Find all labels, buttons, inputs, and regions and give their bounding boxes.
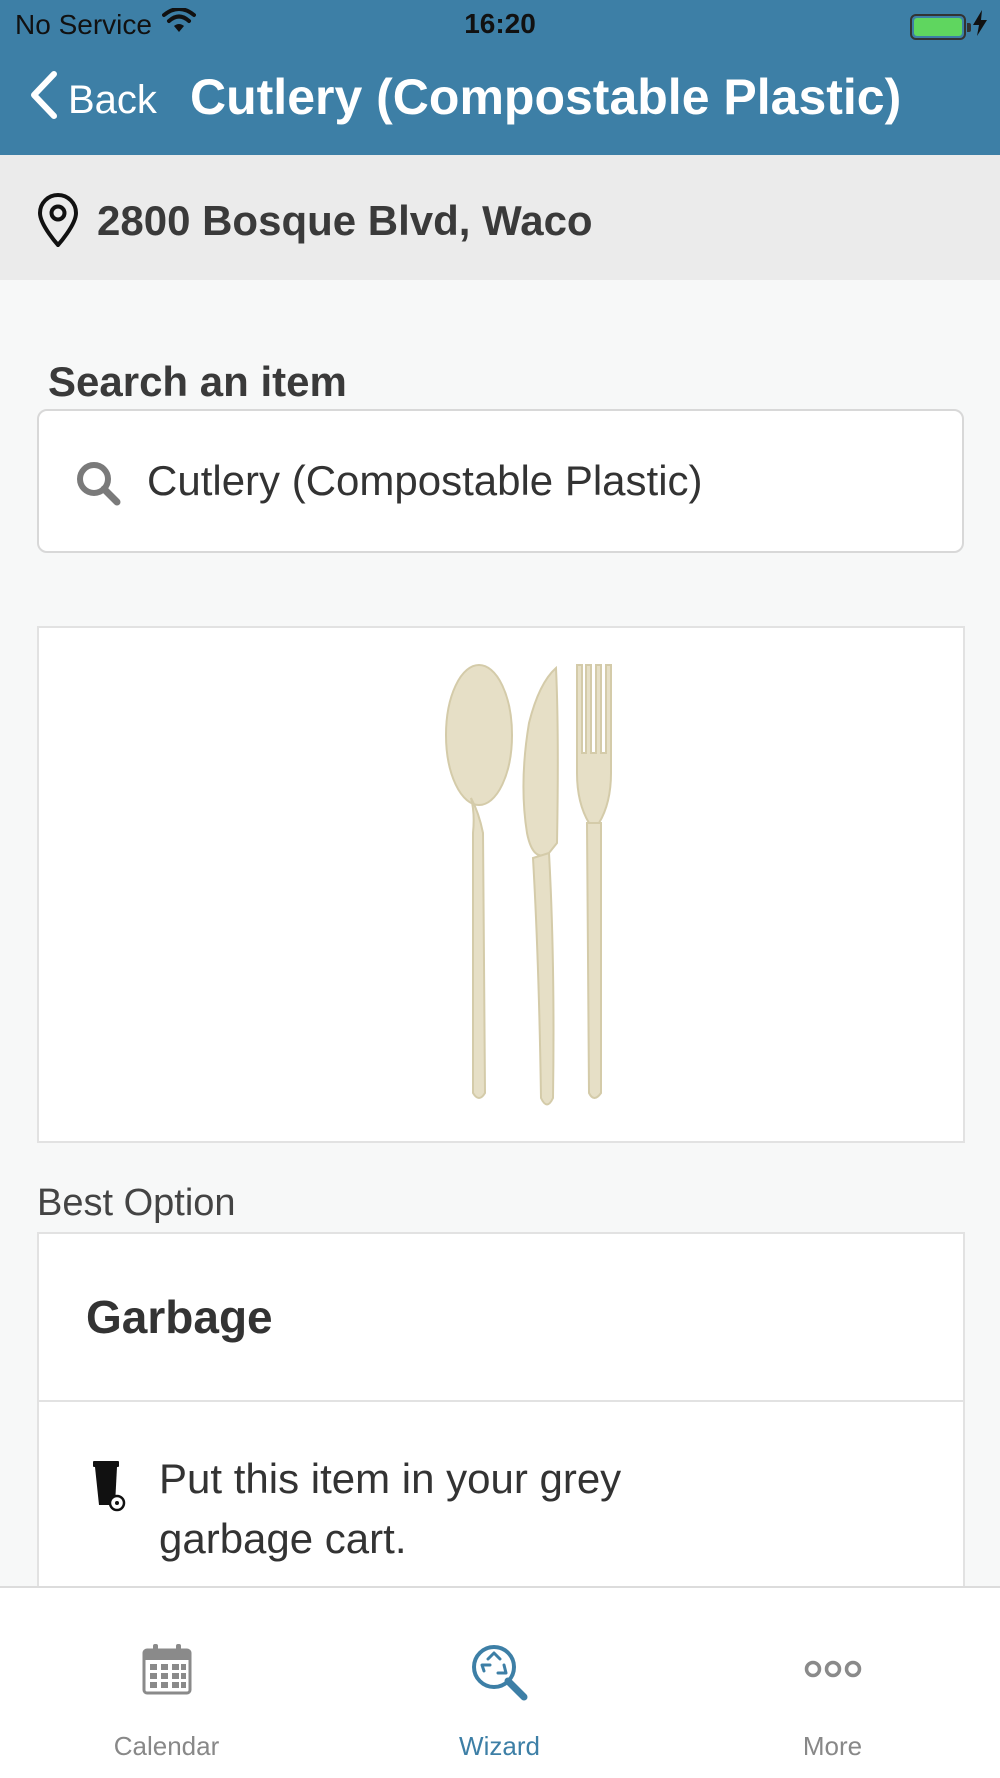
option-title: Garbage — [86, 1291, 273, 1343]
search-input[interactable]: Cutlery (Compostable Plastic) — [37, 409, 964, 553]
status-time: 16:20 — [464, 8, 536, 39]
more-icon — [666, 1643, 999, 1695]
page-title: Cutlery (Compostable Plastic) — [190, 69, 902, 125]
location-address: 2800 Bosque Blvd, Waco — [97, 197, 593, 244]
status-right — [910, 10, 988, 43]
tab-bar: Calendar Wizard More — [0, 1586, 1000, 1778]
cutlery-image — [399, 663, 639, 1118]
header: No Service 16:20 Back Cutlery (Compostab… — [0, 0, 1000, 155]
location-bar[interactable]: 2800 Bosque Blvd, Waco — [0, 155, 1000, 280]
garbage-cart-icon — [91, 1459, 127, 1518]
status-bar: No Service 16:20 — [0, 0, 1000, 50]
search-value: Cutlery (Compostable Plastic) — [147, 457, 703, 504]
wizard-search-icon — [333, 1643, 666, 1701]
best-option-card: Garbage Put this item in your grey garba… — [37, 1232, 965, 1592]
divider — [39, 1400, 963, 1402]
search-label: Search an item — [48, 358, 347, 405]
option-description: Put this item in your grey garbage cart. — [159, 1455, 622, 1562]
tab-more[interactable]: More — [666, 1588, 999, 1778]
tab-label-wizard: Wizard — [459, 1731, 540, 1761]
battery-icon — [910, 13, 971, 40]
location-pin-icon — [36, 193, 80, 252]
back-label: Back — [68, 77, 157, 122]
tab-label-calendar: Calendar — [113, 1731, 220, 1761]
back-button[interactable]: Back — [28, 70, 157, 130]
tab-label-more: More — [802, 1731, 863, 1761]
chevron-left-icon — [28, 70, 58, 130]
calendar-icon — [0, 1643, 333, 1695]
search-icon — [74, 459, 122, 512]
tab-wizard[interactable]: Wizard — [333, 1588, 666, 1778]
tab-calendar[interactable]: Calendar — [0, 1588, 333, 1778]
best-option-label: Best Option — [37, 1182, 236, 1224]
item-image-card — [37, 626, 965, 1143]
charging-icon — [972, 10, 988, 43]
nav-bar: Back Cutlery (Compostable Plastic) — [0, 60, 1000, 150]
